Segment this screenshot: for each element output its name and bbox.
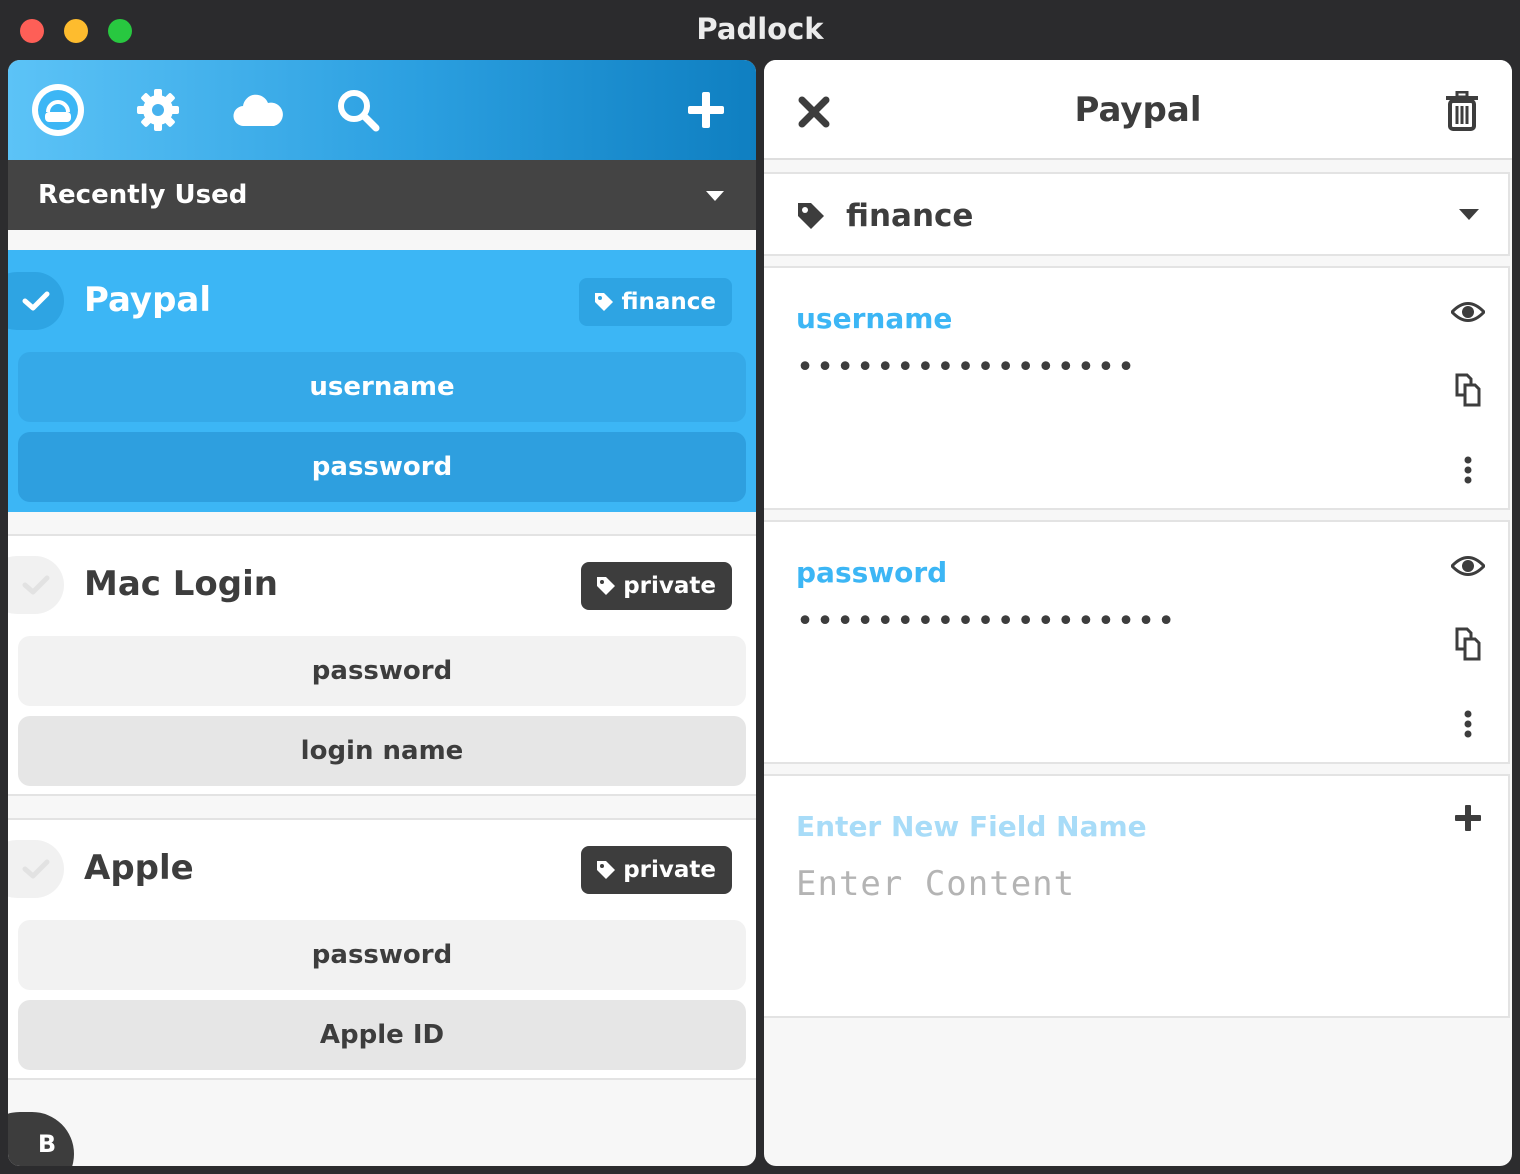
record-tag-label: private <box>623 573 716 599</box>
trash-icon <box>1446 91 1478 131</box>
filter-label: Recently Used <box>38 180 248 210</box>
field-value[interactable]: ••••••••••••••••••• <box>796 604 1177 639</box>
field-card-username: username ••••••••••••••••• <box>764 266 1510 510</box>
tag-icon <box>597 861 616 879</box>
copy-icon <box>1455 627 1481 661</box>
more-vertical-icon <box>1464 456 1472 484</box>
gear-icon[interactable] <box>130 82 186 138</box>
record-tag[interactable]: private <box>581 846 732 894</box>
new-field-content-input[interactable]: Enter Content <box>796 864 1075 904</box>
tag-icon <box>595 293 614 311</box>
field-menu-button[interactable] <box>1448 704 1488 744</box>
padlock-logo-icon[interactable] <box>30 82 86 138</box>
new-field-card: Enter New Field Name Enter Content <box>764 774 1510 1018</box>
search-icon[interactable] <box>330 82 386 138</box>
record-paypal[interactable]: Paypal finance username password <box>8 250 756 512</box>
window-titlebar: Padlock <box>0 0 1520 60</box>
field-name[interactable]: username <box>796 302 952 335</box>
chevron-down-icon <box>1458 208 1480 222</box>
record-tag-label: finance <box>621 289 716 315</box>
field-value[interactable]: ••••••••••••••••• <box>796 350 1137 385</box>
plus-icon <box>1455 805 1481 831</box>
filter-dropdown[interactable]: Recently Used <box>8 160 756 230</box>
new-field-name-input[interactable]: Enter New Field Name <box>796 810 1147 843</box>
add-field-button[interactable] <box>1448 798 1488 838</box>
detail-header: Paypal <box>764 60 1512 160</box>
record-name: Apple <box>84 848 194 888</box>
account-badge[interactable]: B <box>8 1112 74 1166</box>
record-select-toggle[interactable] <box>8 556 64 614</box>
chevron-down-icon <box>706 191 724 201</box>
field-button-username[interactable]: username <box>18 352 746 422</box>
record-detail-panel: Paypal finance username ••••••••••••••••… <box>764 60 1512 1166</box>
eye-icon <box>1451 302 1485 322</box>
cloud-icon[interactable] <box>230 82 286 138</box>
record-name: Paypal <box>84 280 212 320</box>
field-button-password[interactable]: password <box>18 920 746 990</box>
delete-button[interactable] <box>1442 90 1482 132</box>
show-value-button[interactable] <box>1448 546 1488 586</box>
record-tag-label: private <box>623 857 716 883</box>
more-vertical-icon <box>1464 710 1472 738</box>
field-card-password: password ••••••••••••••••••• <box>764 520 1510 764</box>
record-tag[interactable]: finance <box>579 278 732 326</box>
record-mac-login[interactable]: Mac Login private password login name <box>8 534 756 796</box>
field-button-login-name[interactable]: login name <box>18 716 746 786</box>
checkmark-icon <box>22 575 50 595</box>
tag-select[interactable]: finance <box>764 172 1510 256</box>
plus-icon <box>688 92 724 128</box>
detail-title: Paypal <box>1074 90 1202 130</box>
checkmark-icon <box>22 291 50 311</box>
record-select-toggle[interactable] <box>8 272 64 330</box>
window-title: Padlock <box>696 12 824 46</box>
show-value-button[interactable] <box>1448 292 1488 332</box>
record-select-toggle[interactable] <box>8 840 64 898</box>
field-menu-button[interactable] <box>1448 450 1488 490</box>
field-button-password[interactable]: password <box>18 636 746 706</box>
copy-icon <box>1455 373 1481 407</box>
records-panel: Recently Used Paypal finance username pa… <box>8 60 756 1166</box>
record-name: Mac Login <box>84 564 278 604</box>
eye-icon <box>1451 556 1485 576</box>
record-tag[interactable]: private <box>581 562 732 610</box>
record-apple[interactable]: Apple private password Apple ID <box>8 818 756 1080</box>
tag-select-value: finance <box>846 198 974 234</box>
tag-icon <box>794 200 828 232</box>
tag-icon <box>597 577 616 595</box>
checkmark-icon <box>22 859 50 879</box>
add-record-button[interactable] <box>678 82 734 138</box>
field-button-password[interactable]: password <box>18 432 746 502</box>
copy-button[interactable] <box>1448 370 1488 410</box>
field-button-apple-id[interactable]: Apple ID <box>18 1000 746 1070</box>
copy-button[interactable] <box>1448 624 1488 664</box>
main-toolbar <box>8 60 756 160</box>
field-name[interactable]: password <box>796 556 947 589</box>
